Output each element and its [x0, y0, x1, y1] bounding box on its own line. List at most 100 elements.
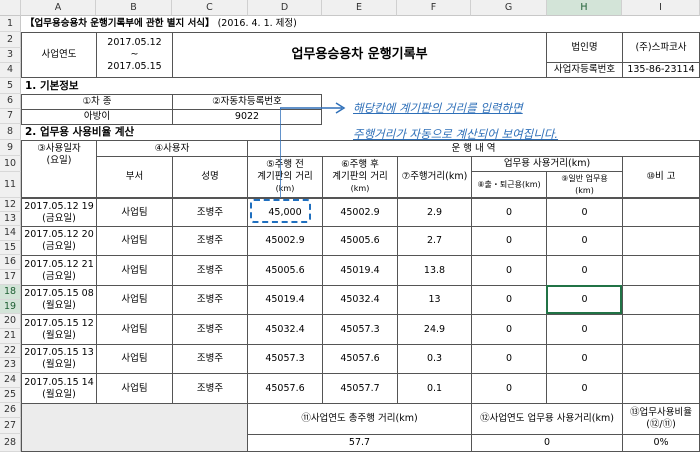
select-all-corner[interactable] — [0, 0, 21, 16]
entry-general[interactable]: 0 — [546, 255, 623, 286]
entry-dept[interactable]: 사업팀 — [96, 226, 173, 256]
row-header-6[interactable]: 6 — [0, 94, 21, 109]
entry-dept[interactable]: 사업팀 — [96, 198, 173, 227]
entry-commute[interactable]: 0 — [471, 285, 547, 315]
entry-dept[interactable]: 사업팀 — [96, 255, 173, 286]
entry-distance[interactable]: 2.9 — [397, 198, 472, 227]
column-header-b[interactable]: B — [96, 0, 172, 16]
entry-commute[interactable]: 0 — [471, 344, 547, 374]
entry-note[interactable] — [622, 373, 700, 404]
form-title-row[interactable]: 【업무용승용차 운행기록부에 관한 별지 서식】 (2016. 4. 1. 제정… — [21, 16, 421, 32]
entry-date-cell[interactable]: 2017.05.15 14 (월요일) — [21, 373, 97, 404]
entry-before[interactable]: 45032.4 — [247, 314, 323, 345]
entry-general[interactable]: 0 — [546, 198, 623, 227]
entry-before[interactable]: 45019.4 — [247, 285, 323, 315]
row-header-18[interactable]: 18 — [0, 285, 21, 300]
entry-date-cell[interactable]: 2017.05.15 08 (월요일) — [21, 285, 97, 315]
business-ratio-value[interactable]: 0% — [622, 434, 700, 452]
row-header-17[interactable]: 17 — [0, 270, 21, 285]
user-header[interactable]: ④사용자 — [96, 140, 248, 157]
column-header-h[interactable]: H — [547, 0, 622, 16]
entry-after[interactable]: 45019.4 — [322, 255, 398, 286]
entry-note[interactable] — [622, 226, 700, 256]
entry-date-cell[interactable]: 2017.05.12 20 (금요일) — [21, 226, 97, 256]
total-distance-value[interactable]: 57.7 — [247, 434, 472, 452]
entry-note[interactable] — [622, 344, 700, 374]
entry-after[interactable]: 45005.6 — [322, 226, 398, 256]
entry-before[interactable]: 45057.6 — [247, 373, 323, 404]
business-total-label[interactable]: ⑫사업연도 업무용 사용거리(km) — [471, 403, 623, 435]
entry-dept[interactable]: 사업팀 — [96, 344, 173, 374]
row-header-14[interactable]: 14 — [0, 226, 21, 241]
entry-distance[interactable]: 13.8 — [397, 255, 472, 286]
entry-name[interactable]: 조병주 — [172, 198, 248, 227]
section-2-title[interactable]: 2. 업무용 사용비율 계산 — [21, 124, 271, 140]
row-header-16[interactable]: 16 — [0, 255, 21, 270]
entry-date-cell[interactable]: 2017.05.15 12 (월요일) — [21, 314, 97, 345]
corp-value[interactable]: (주)스파코사 — [622, 32, 700, 63]
column-header-i[interactable]: I — [622, 0, 700, 16]
entry-commute[interactable]: 0 — [471, 198, 547, 227]
row-header-15[interactable]: 15 — [0, 241, 21, 255]
main-title[interactable]: 업무용승용차 운행기록부 — [172, 32, 547, 78]
entry-dept[interactable]: 사업팀 — [96, 373, 173, 404]
entry-distance[interactable]: 13 — [397, 285, 472, 315]
total-distance-label[interactable]: ⑪사업연도 총주행 거리(km) — [247, 403, 472, 435]
entry-before[interactable]: 45057.3 — [247, 344, 323, 374]
row-header-23[interactable]: 23 — [0, 358, 21, 373]
reg-label[interactable]: 사업자등록번호 — [546, 62, 623, 78]
entry-general[interactable]: 0 — [546, 226, 623, 256]
row-header-7[interactable]: 7 — [0, 109, 21, 124]
commute-header[interactable]: ⑧출・퇴근용(km) — [471, 171, 547, 198]
row-header-13[interactable]: 13 — [0, 212, 21, 226]
business-total-value[interactable]: 0 — [471, 434, 623, 452]
note-header[interactable]: ⑩비 고 — [622, 156, 700, 198]
row-header-3[interactable]: 3 — [0, 48, 21, 63]
entry-distance[interactable]: 2.7 — [397, 226, 472, 256]
row-header-26[interactable]: 26 — [0, 403, 21, 418]
entry-date-cell[interactable]: 2017.05.12 19 (금요일) — [21, 198, 97, 227]
general-header[interactable]: ⑨일반 업무용 (km) — [546, 171, 623, 198]
year-range[interactable]: 2017.05.12 ~ 2017.05.15 — [96, 32, 173, 78]
row-header-28[interactable]: 28 — [0, 434, 21, 452]
row-header-8[interactable]: 8 — [0, 124, 21, 140]
entry-date-cell[interactable]: 2017.05.15 13 (월요일) — [21, 344, 97, 374]
column-header-a[interactable]: A — [21, 0, 96, 16]
entry-date-cell[interactable]: 2017.05.12 21 (금요일) — [21, 255, 97, 286]
entry-dept[interactable]: 사업팀 — [96, 285, 173, 315]
entry-after[interactable]: 45057.6 — [322, 344, 398, 374]
row-header-9[interactable]: 9 — [0, 140, 21, 156]
column-header-e[interactable]: E — [322, 0, 397, 16]
column-header-c[interactable]: C — [172, 0, 248, 16]
row-header-10[interactable]: 10 — [0, 156, 21, 172]
entry-after[interactable]: 45057.3 — [322, 314, 398, 345]
entry-name[interactable]: 조병주 — [172, 255, 248, 286]
section-1-title[interactable]: 1. 기본정보 — [21, 78, 271, 94]
entry-name[interactable]: 조병주 — [172, 344, 248, 374]
row-header-12[interactable]: 12 — [0, 198, 21, 212]
entry-after[interactable]: 45002.9 — [322, 198, 398, 227]
row-header-20[interactable]: 20 — [0, 314, 21, 329]
entry-distance[interactable]: 24.9 — [397, 314, 472, 345]
entry-note[interactable] — [622, 255, 700, 286]
entry-distance[interactable]: 0.3 — [397, 344, 472, 374]
entry-before[interactable]: 45002.9 — [247, 226, 323, 256]
column-header-d[interactable]: D — [248, 0, 322, 16]
car-type-label[interactable]: ①차 종 — [21, 94, 173, 110]
row-header-22[interactable]: 22 — [0, 344, 21, 358]
row-header-1[interactable]: 1 — [0, 16, 21, 32]
row-header-19[interactable]: 19 — [0, 300, 21, 314]
entry-name[interactable]: 조병주 — [172, 373, 248, 404]
entry-commute[interactable]: 0 — [471, 314, 547, 345]
entry-general[interactable]: 0 — [546, 373, 623, 404]
entry-general[interactable]: 0 — [546, 314, 623, 345]
entry-note[interactable] — [622, 285, 700, 315]
business-ratio-label[interactable]: ⑬업무사용비율 (⑫/⑪) — [622, 403, 700, 435]
row-header-24[interactable]: 24 — [0, 373, 21, 388]
entry-after[interactable]: 45057.7 — [322, 373, 398, 404]
row-header-4[interactable]: 4 — [0, 63, 21, 78]
entry-before[interactable]: 45005.6 — [247, 255, 323, 286]
entry-name[interactable]: 조병주 — [172, 226, 248, 256]
row-header-5[interactable]: 5 — [0, 78, 21, 94]
row-header-21[interactable]: 21 — [0, 329, 21, 344]
